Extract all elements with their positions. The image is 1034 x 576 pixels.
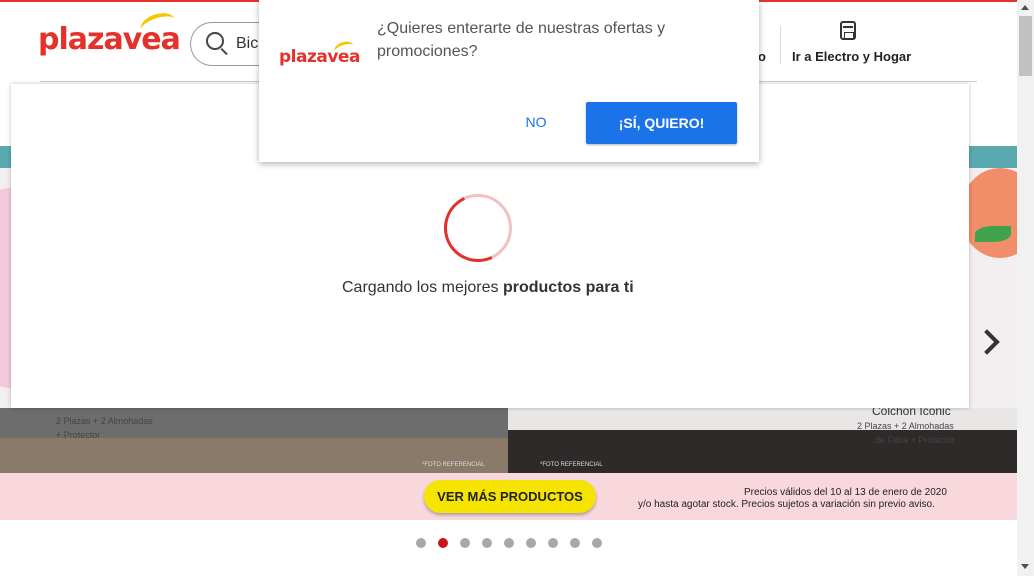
left-caption-line2: + Protector	[56, 430, 101, 440]
notification-message-line1: ¿Quieres enterarte de nuestras ofertas y	[377, 20, 666, 37]
photo-reference-left: *FOTO REFERENCIAL	[422, 462, 485, 468]
carousel-dot[interactable]	[482, 538, 492, 548]
scroll-down-icon[interactable]	[1021, 564, 1029, 569]
notification-no-button[interactable]: NO	[510, 106, 562, 138]
loading-message: Cargando los mejores productos para ti	[342, 279, 634, 297]
carousel-dot[interactable]	[504, 538, 514, 548]
leaf-decoration	[975, 226, 1011, 242]
carousel-dot[interactable]	[416, 538, 426, 548]
carousel-dot[interactable]	[570, 538, 580, 548]
carousel-dot[interactable]	[548, 538, 558, 548]
scroll-up-icon[interactable]	[1021, 5, 1029, 10]
loading-text-bold: productos para ti	[502, 279, 634, 296]
nav-link-electro-hogar[interactable]: Ir a Electro y Hogar	[792, 49, 911, 64]
nav-link-partial[interactable]: o	[758, 49, 766, 64]
search-input-text[interactable]: Bic	[236, 35, 258, 53]
right-caption-line1: 2 Plazas + 2 Almohadas	[857, 421, 954, 431]
scrollbar-thumb[interactable]	[1019, 16, 1032, 76]
left-caption-line1: 2 Plazas + 2 Almohadas	[56, 416, 153, 426]
carousel-dot[interactable]	[526, 538, 536, 548]
carousel-dot[interactable]	[460, 538, 470, 548]
notification-message-line2: promociones?	[377, 43, 478, 60]
carousel-dot[interactable]	[592, 538, 602, 548]
photo-reference-right: *FOTO REFERENCIAL	[540, 462, 603, 468]
search-icon[interactable]	[206, 32, 224, 50]
loading-text-prefix: Cargando los mejores	[342, 279, 503, 296]
scrollbar[interactable]	[1017, 0, 1034, 576]
ver-mas-productos-button[interactable]: VER MÁS PRODUCTOS	[424, 480, 596, 513]
price-notice-line1: Precios válidos del 10 al 13 de enero de…	[744, 487, 947, 498]
right-caption-line2: de Fibra + Protector	[875, 435, 955, 445]
nav-divider	[780, 26, 781, 64]
carousel-dot[interactable]	[438, 538, 448, 548]
appliance-icon[interactable]	[840, 21, 856, 40]
notification-yes-button[interactable]: ¡SÍ, QUIERO!	[586, 102, 737, 144]
price-notice-line2: y/o hasta agotar stock. Precios sujetos …	[638, 499, 935, 510]
